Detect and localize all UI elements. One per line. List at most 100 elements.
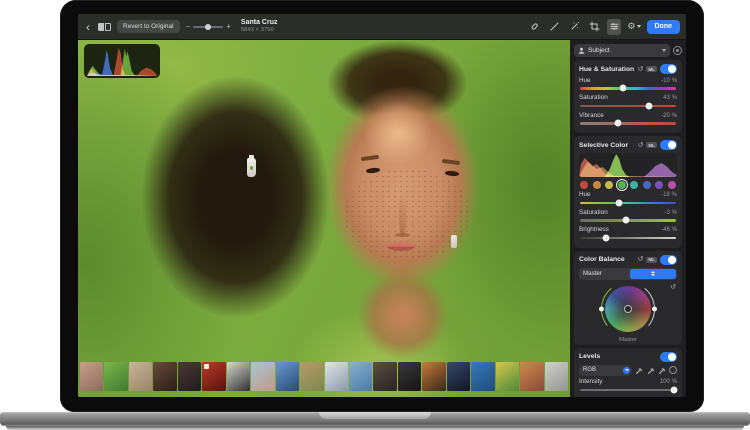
mask-selector-row: Subject [574,44,682,57]
slider-thumb[interactable] [619,84,627,92]
revert-to-original-button[interactable]: Revert to Original [117,20,180,33]
color-balance-range-dropdown[interactable]: Master [579,267,677,280]
selective-hue-slider[interactable]: Hue -18 % [579,191,677,207]
portrait-photo [78,40,570,397]
compare-icon[interactable] [98,22,111,31]
chevron-down-icon [662,49,666,52]
filmstrip-thumbnail[interactable] [128,362,153,391]
eyedropper-white-icon[interactable] [658,365,667,376]
saturation-slider[interactable]: Saturation 43 % [579,94,677,110]
levels-section: Levels RGB Intensity 100 % [574,347,682,397]
filmstrip-thumbnail[interactable] [324,362,348,391]
channel-dropdown-label: RGB [583,367,597,373]
filmstrip-thumbnail[interactable] [446,362,471,391]
slider-thumb[interactable] [645,102,653,110]
filmstrip-thumbnail[interactable] [422,362,446,391]
filmstrip-thumbnail[interactable] [251,362,275,391]
zoom-out-icon[interactable]: − [186,22,191,31]
filmstrip-thumbnail[interactable] [495,362,520,391]
filmstrip[interactable] [80,362,569,391]
color-balance-section: Color Balance ↺ ML Master ↺ Master [574,250,682,345]
filmstrip-thumbnail[interactable] [471,362,495,391]
back-button[interactable]: ‹ [84,21,92,33]
filmstrip-thumbnail[interactable] [153,362,177,391]
selective-brightness-slider[interactable]: Brightness -46 % [579,226,677,242]
zoom-in-icon[interactable]: + [226,22,231,31]
color-swatch[interactable] [630,180,639,189]
filmstrip-thumbnail[interactable] [177,362,202,391]
filmstrip-thumbnail[interactable] [520,362,544,391]
slider-label: Brightness [579,226,609,233]
filmstrip-thumbnail[interactable] [202,362,226,391]
zoom-slider[interactable] [193,23,224,30]
eyedropper-gray-icon[interactable] [646,365,655,376]
filmstrip-thumbnail[interactable] [80,362,104,391]
filmstrip-thumbnail[interactable] [226,362,251,391]
eyedropper-black-icon[interactable] [635,365,644,376]
vibrance-slider[interactable]: Vibrance -20 % [579,112,677,127]
filmstrip-thumbnail[interactable] [373,362,397,391]
wheel-center-handle[interactable] [624,304,632,313]
done-button[interactable]: Done [646,19,680,34]
section-title: Selective Color [579,141,629,149]
zoom-control[interactable]: − + [186,22,231,31]
wheel-left-handle[interactable] [599,306,604,311]
subject-dropdown[interactable]: Subject [574,44,670,57]
hue-saturation-toggle[interactable] [660,64,677,74]
color-swatch[interactable] [605,180,614,189]
reset-adjustment-icon[interactable]: ↺ [637,142,643,149]
filmstrip-thumbnail[interactable] [300,362,324,391]
ml-badge: ML [646,256,657,263]
adjustments-panel: Subject Hue & Saturation ↺ ML Hue -10 % [570,40,686,397]
reset-adjustment-icon[interactable]: ↺ [637,256,643,263]
wand-icon[interactable] [567,19,581,35]
color-swatch[interactable] [667,180,676,189]
color-swatch[interactable] [592,180,601,189]
hue-slider[interactable]: Hue -10 % [579,77,677,92]
zoom-slider-thumb[interactable] [205,23,212,30]
photo-canvas[interactable] [78,40,570,397]
wheel-right-handle[interactable] [652,306,657,311]
selective-color-section: Selective Color ↺ ML Hue -18 % Saturatio… [574,136,682,248]
selective-saturation-slider[interactable]: Saturation -3 % [579,209,677,224]
slider-thumb[interactable] [615,199,623,207]
wheel-reset-icon[interactable]: ↺ [670,283,676,291]
slider-value: -46 % [661,226,677,233]
filmstrip-thumbnail[interactable] [348,362,373,391]
levels-options-icon[interactable] [669,366,677,374]
filmstrip-thumbnail[interactable] [275,362,300,391]
reset-adjustment-icon[interactable]: ↺ [637,66,643,73]
crop-icon[interactable] [587,19,601,35]
levels-toggle[interactable] [660,351,677,362]
macbook-lid-notch [319,412,431,419]
slider-label: Saturation [579,94,608,101]
chevron-down-icon [636,25,641,28]
settings-icon[interactable]: ⚙ [627,21,641,32]
filmstrip-thumbnail[interactable] [104,362,128,391]
color-swatch[interactable] [655,180,664,189]
slider-thumb[interactable] [602,234,610,242]
section-title: Hue & Saturation [579,65,635,73]
document-subtitle: 5843 × 3750 [240,27,274,34]
levels-channel-dropdown[interactable]: RGB [579,364,632,376]
color-swatch[interactable] [580,180,588,189]
color-swatch[interactable] [615,178,628,191]
color-swatch[interactable] [642,180,651,189]
thumbnail-badge-icon [204,364,210,369]
selective-color-toggle[interactable] [660,140,677,150]
filmstrip-thumbnail[interactable] [544,362,569,391]
document-title-block: Santa Cruz 5843 × 3750 [241,19,278,33]
slider-thumb[interactable] [622,216,630,224]
filmstrip-thumbnail[interactable] [397,362,422,391]
color-balance-wheel[interactable] [605,285,651,332]
brush-icon[interactable] [547,19,561,35]
slider-thumb[interactable] [670,386,678,394]
color-wheel-row: ↺ Master [579,278,677,343]
selection-options-icon[interactable] [673,46,682,55]
color-swatch-row[interactable] [580,178,676,191]
slider-thumb[interactable] [614,119,622,127]
intensity-slider[interactable]: Intensity 100 % [579,378,678,394]
adjustments-icon[interactable] [607,18,622,35]
repair-icon[interactable] [527,19,541,35]
color-balance-toggle[interactable] [660,254,677,265]
